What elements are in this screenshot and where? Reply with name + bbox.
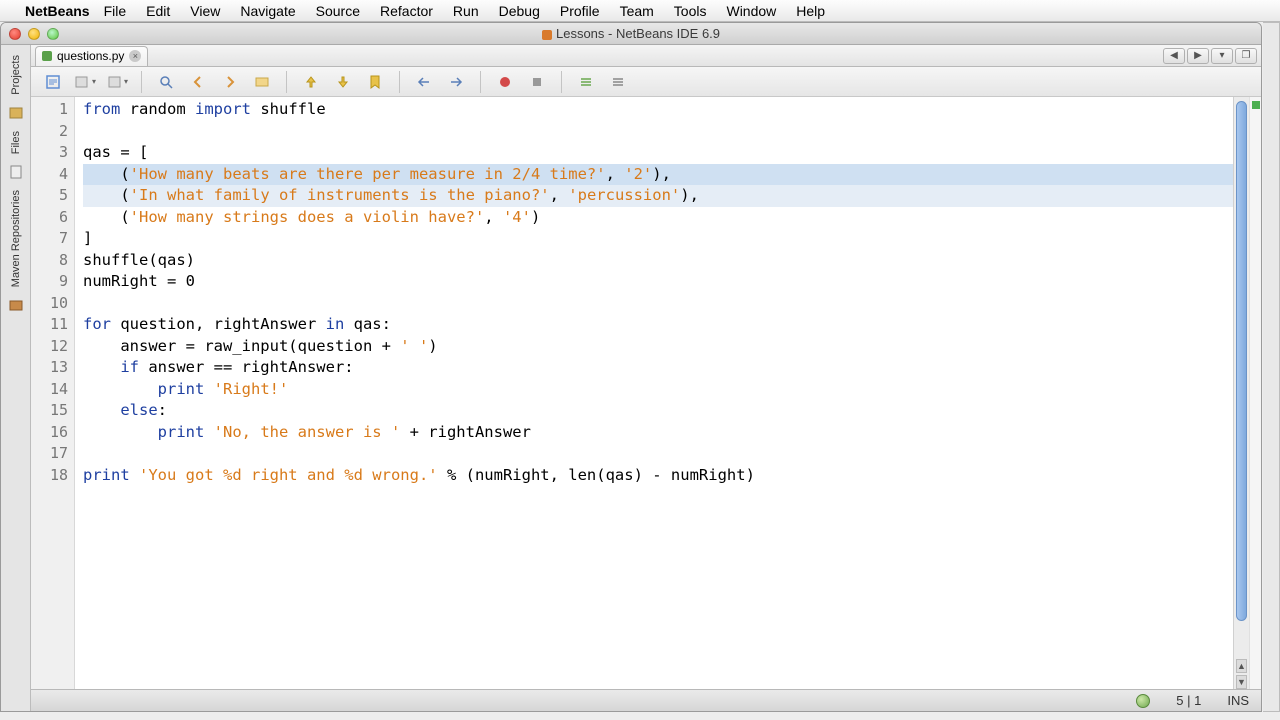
menu-source[interactable]: Source: [316, 3, 360, 19]
editor-toolbar: [31, 67, 1261, 97]
tab-list-button[interactable]: ▾: [1211, 48, 1233, 64]
find-selection-button[interactable]: [154, 71, 178, 93]
macro-stop-button[interactable]: [525, 71, 549, 93]
code-content[interactable]: from random import shuffle qas = [ ('How…: [75, 97, 1233, 689]
file-tab-questions[interactable]: questions.py ×: [35, 46, 148, 66]
close-tab-icon[interactable]: ×: [129, 50, 141, 62]
toggle-highlight-button[interactable]: [250, 71, 274, 93]
line-number-gutter: 123456789101112131415161718: [31, 97, 75, 689]
menu-run[interactable]: Run: [453, 3, 479, 19]
status-ok-mark: [1252, 101, 1260, 109]
next-occurrence-button[interactable]: [218, 71, 242, 93]
file-tab-label: questions.py: [57, 49, 124, 63]
uncomment-button[interactable]: [606, 71, 630, 93]
source-button[interactable]: [41, 71, 65, 93]
next-bookmark-button[interactable]: [331, 71, 355, 93]
menu-help[interactable]: Help: [796, 3, 825, 19]
scroll-up-icon[interactable]: ▲: [1236, 659, 1247, 673]
vertical-scrollbar[interactable]: ▲ ▼: [1233, 97, 1249, 689]
editor-area: questions.py × ◀ ▶ ▾ ❐: [31, 45, 1261, 711]
window-title-text: Lessons - NetBeans IDE 6.9: [556, 26, 720, 41]
scroll-down-icon[interactable]: ▼: [1236, 675, 1247, 689]
menu-debug[interactable]: Debug: [499, 3, 540, 19]
shift-left-button[interactable]: [412, 71, 436, 93]
mac-menubar: NetBeans File Edit View Navigate Source …: [0, 0, 1280, 22]
editor-tab-row: questions.py × ◀ ▶ ▾ ❐: [31, 45, 1261, 67]
menu-file[interactable]: File: [104, 3, 127, 19]
shift-right-button[interactable]: [444, 71, 468, 93]
status-bar: 5 | 1 INS: [31, 689, 1261, 711]
scrollbar-thumb[interactable]: [1236, 101, 1247, 621]
python-file-icon: [42, 51, 52, 61]
window-title: Lessons - NetBeans IDE 6.9: [1, 26, 1261, 41]
code-editor[interactable]: 123456789101112131415161718 from random …: [31, 97, 1261, 689]
menu-edit[interactable]: Edit: [146, 3, 170, 19]
menu-team[interactable]: Team: [620, 3, 654, 19]
prev-bookmark-button[interactable]: [299, 71, 323, 93]
app-name[interactable]: NetBeans: [25, 3, 90, 19]
history-fwd-button[interactable]: [105, 71, 129, 93]
cursor-position: 5 | 1: [1176, 693, 1201, 708]
window-right-scrollbar[interactable]: [1263, 22, 1280, 712]
menu-view[interactable]: View: [190, 3, 220, 19]
comment-button[interactable]: [574, 71, 598, 93]
netbeans-icon: [542, 30, 552, 40]
menu-navigate[interactable]: Navigate: [240, 3, 295, 19]
globe-icon[interactable]: [1136, 694, 1150, 708]
tab-nav-buttons: ◀ ▶ ▾ ❐: [1163, 48, 1257, 64]
tab-next-button[interactable]: ▶: [1187, 48, 1209, 64]
files-icon: [8, 164, 24, 180]
tab-maximize-button[interactable]: ❐: [1235, 48, 1257, 64]
menu-profile[interactable]: Profile: [560, 3, 600, 19]
maven-icon: [8, 297, 24, 313]
error-stripe: [1249, 97, 1261, 689]
toggle-bookmark-button[interactable]: [363, 71, 387, 93]
app-window: Lessons - NetBeans IDE 6.9 Projects File…: [0, 22, 1262, 712]
left-sidebar-rail: Projects Files Maven Repositories: [1, 45, 31, 711]
sidebar-tab-projects[interactable]: Projects: [8, 49, 24, 101]
projects-icon: [8, 105, 24, 121]
menu-tools[interactable]: Tools: [674, 3, 707, 19]
sidebar-tab-files[interactable]: Files: [8, 125, 24, 160]
macro-record-button[interactable]: [493, 71, 517, 93]
tab-prev-button[interactable]: ◀: [1163, 48, 1185, 64]
history-back-button[interactable]: [73, 71, 97, 93]
menu-window[interactable]: Window: [726, 3, 776, 19]
insert-mode: INS: [1227, 693, 1249, 708]
prev-occurrence-button[interactable]: [186, 71, 210, 93]
sidebar-tab-maven[interactable]: Maven Repositories: [8, 184, 24, 293]
menu-refactor[interactable]: Refactor: [380, 3, 433, 19]
window-titlebar: Lessons - NetBeans IDE 6.9: [1, 23, 1261, 45]
